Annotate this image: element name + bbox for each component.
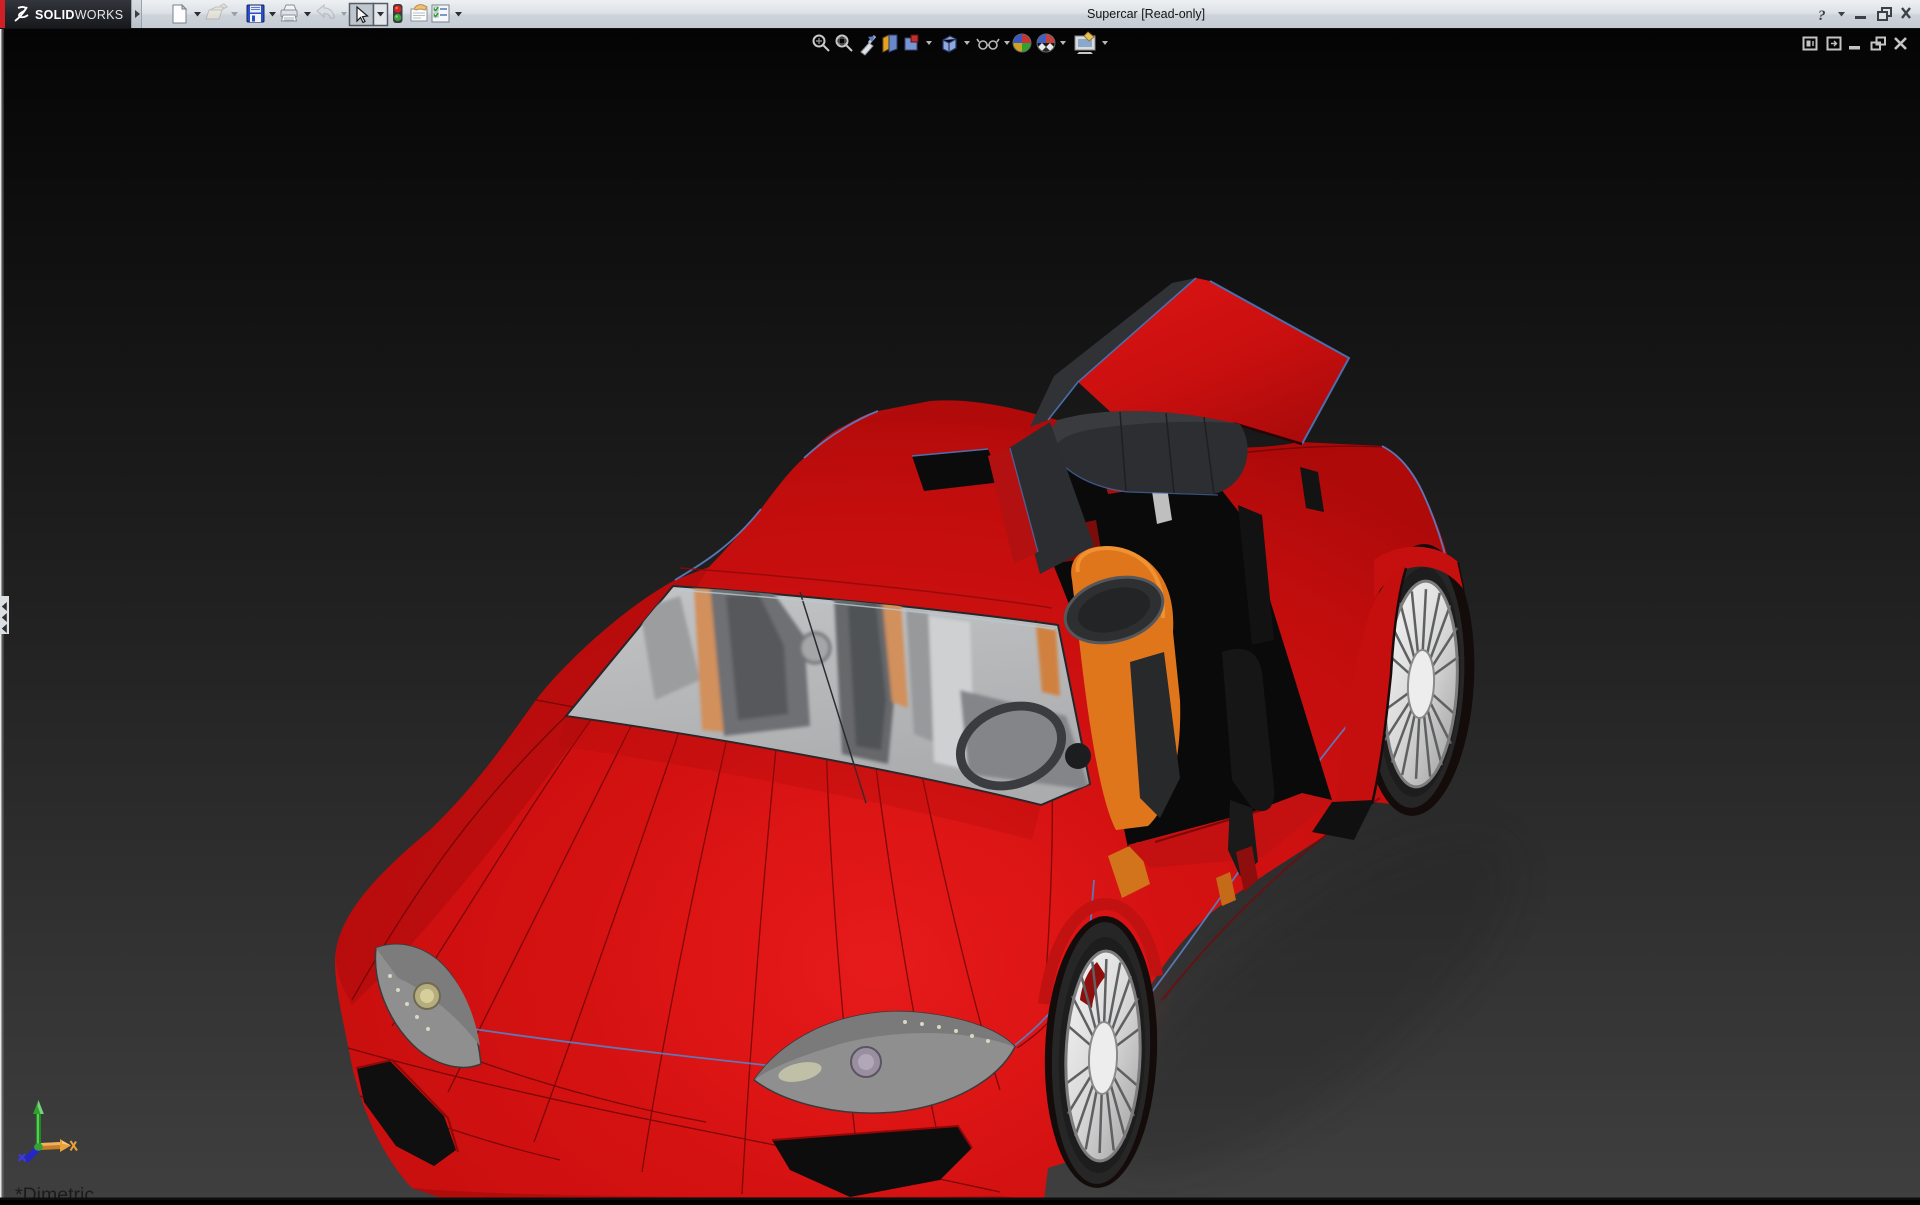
svg-text:?: ? [1818,8,1826,24]
